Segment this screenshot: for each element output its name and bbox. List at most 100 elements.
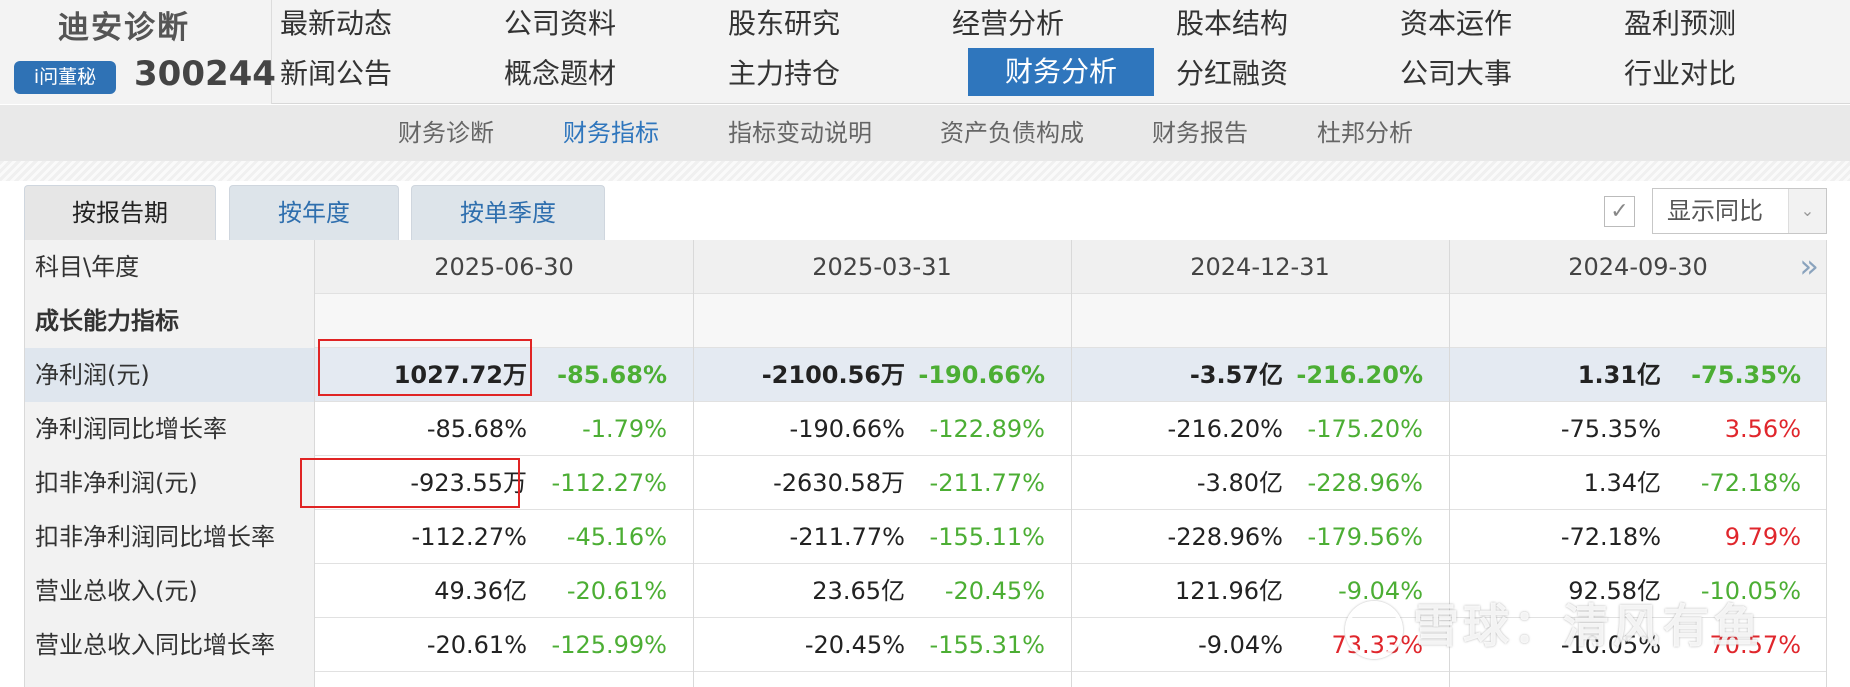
- top-header: 迪安诊断 i问董秘 300244 最新动态 公司资料 股东研究 经营分析 股本结…: [0, 0, 1850, 104]
- header-label: 科目\年度: [25, 240, 315, 294]
- header-date: 2025-06-30: [434, 253, 574, 281]
- header-date: 2024-12-31: [1190, 253, 1330, 281]
- tab-by-year[interactable]: 按年度: [229, 185, 399, 240]
- table-row: 扣非净利润(元) -923.55万 -112.27% -2630.58万 -21…: [25, 456, 1827, 510]
- yoy-cell: -125.99%: [551, 631, 667, 659]
- row-label: 净利润(元): [25, 348, 315, 402]
- show-yoy-checkbox[interactable]: ✓: [1604, 196, 1635, 227]
- row-label: 净利润同比增长率: [25, 402, 315, 456]
- row-label: 扣非净利润(元): [25, 456, 315, 510]
- value-cell: -3.57亿: [1189, 361, 1283, 389]
- subnav-item-change-notes[interactable]: 指标变动说明: [728, 105, 872, 161]
- watermark: 雪球：清风有鱼: [1345, 590, 1763, 659]
- value-cell: -9.04%: [1198, 631, 1283, 659]
- value-cell: -228.96%: [1167, 523, 1283, 551]
- nav-item-main-holdings[interactable]: 主力持仓: [691, 50, 877, 98]
- nav-item-company-info[interactable]: 公司资料: [467, 0, 653, 48]
- double-chevron-right-icon[interactable]: »: [1799, 240, 1819, 294]
- row-label-partial: [25, 672, 315, 687]
- value-cell: 49.36亿: [434, 577, 527, 605]
- yoy-cell: -45.16%: [566, 523, 667, 551]
- header-date: 2024-09-30: [1568, 253, 1708, 281]
- nav-item-earnings-forecast[interactable]: 盈利预测: [1587, 0, 1773, 48]
- nav-item-financial-analysis[interactable]: 财务分析: [968, 48, 1154, 96]
- yoy-cell: -1.79%: [582, 415, 667, 443]
- nav-item-operations[interactable]: 经营分析: [915, 0, 1101, 48]
- column-divider: [1826, 240, 1827, 687]
- header-date: 2025-03-31: [812, 253, 952, 281]
- main-nav: 最新动态 公司资料 股东研究 经营分析 股本结构 资本运作 盈利预测 新闻公告 …: [272, 0, 1850, 104]
- nav-item-news[interactable]: 新闻公告: [243, 50, 429, 98]
- ask-secretary-button[interactable]: i问董秘: [14, 61, 116, 94]
- yoy-cell: -155.31%: [929, 631, 1045, 659]
- chevron-down-icon: ⌄: [1788, 189, 1826, 233]
- value-cell: -20.61%: [426, 631, 527, 659]
- yoy-cell: -228.96%: [1307, 469, 1423, 497]
- value-cell: -3.80亿: [1196, 469, 1283, 497]
- divider-stripe: [0, 161, 1850, 181]
- table-row: 净利润(元) 1027.72万 -85.68% -2100.56万 -190.6…: [25, 348, 1827, 402]
- yoy-cell: -122.89%: [929, 415, 1045, 443]
- section-title: 成长能力指标: [25, 294, 315, 348]
- row-label: 营业总收入(元): [25, 564, 315, 618]
- value-cell: -72.18%: [1560, 523, 1661, 551]
- nav-item-industry-compare[interactable]: 行业对比: [1587, 50, 1773, 98]
- yoy-cell: -216.20%: [1296, 361, 1423, 389]
- value-cell: -2630.58万: [773, 469, 905, 497]
- nav-item-capital-ops[interactable]: 资本运作: [1363, 0, 1549, 48]
- yoy-cell: -112.27%: [551, 469, 667, 497]
- yoy-cell: 9.79%: [1724, 523, 1801, 551]
- show-yoy-select[interactable]: 显示同比 ⌄: [1652, 188, 1827, 234]
- nav-item-share-structure[interactable]: 股本结构: [1139, 0, 1325, 48]
- value-cell: -85.68%: [426, 415, 527, 443]
- value-cell: -20.45%: [804, 631, 905, 659]
- highlight-box-net-profit: [318, 339, 532, 396]
- yoy-cell: -211.77%: [929, 469, 1045, 497]
- value-cell: -112.27%: [411, 523, 527, 551]
- column-divider: [1071, 240, 1072, 687]
- subnav-item-reports[interactable]: 财务报告: [1152, 105, 1248, 161]
- value-cell: -75.35%: [1560, 415, 1661, 443]
- yoy-cell: -190.66%: [918, 361, 1045, 389]
- yoy-cell: -20.45%: [944, 577, 1045, 605]
- value-cell: 1.31亿: [1577, 361, 1661, 389]
- value-cell: -216.20%: [1167, 415, 1283, 443]
- highlight-box-deducted-profit: [300, 458, 520, 508]
- yoy-cell: -175.20%: [1307, 415, 1423, 443]
- table-row: 净利润同比增长率 -85.68% -1.79% -190.66% -122.89…: [25, 402, 1827, 456]
- company-name: 迪安诊断: [58, 10, 190, 46]
- section-row: 成长能力指标: [25, 294, 1827, 348]
- company-panel: 迪安诊断 i问董秘 300244: [0, 0, 276, 104]
- table-row-partial: [25, 672, 1827, 687]
- yoy-cell: 3.56%: [1724, 415, 1801, 443]
- subnav-item-balance-structure[interactable]: 资产负债构成: [940, 105, 1084, 161]
- yoy-cell: -72.18%: [1700, 469, 1801, 497]
- yoy-cell: -155.11%: [929, 523, 1045, 551]
- yoy-cell: -20.61%: [566, 577, 667, 605]
- yoy-cell: -179.56%: [1307, 523, 1423, 551]
- nav-item-dividends[interactable]: 分红融资: [1139, 50, 1325, 98]
- nav-item-latest[interactable]: 最新动态: [243, 0, 429, 48]
- nav-item-concepts[interactable]: 概念题材: [467, 50, 653, 98]
- row-label: 营业总收入同比增长率: [25, 618, 315, 672]
- subnav-item-diagnosis[interactable]: 财务诊断: [398, 105, 494, 161]
- row-label: 扣非净利润同比增长率: [25, 510, 315, 564]
- value-cell: 1.34亿: [1583, 469, 1661, 497]
- table-header-row: 科目\年度 2025-06-30 2025-03-31 2024-12-31 2…: [25, 240, 1827, 294]
- yoy-cell: -75.35%: [1691, 361, 1801, 389]
- nav-item-events[interactable]: 公司大事: [1363, 50, 1549, 98]
- tab-by-quarter[interactable]: 按单季度: [411, 185, 605, 240]
- value-cell: -211.77%: [789, 523, 905, 551]
- watermark-text: 雪球：清风有鱼: [1413, 599, 1763, 653]
- xueqiu-logo-icon: [1345, 600, 1403, 659]
- value-cell: 23.65亿: [812, 577, 905, 605]
- value-cell: -2100.56万: [761, 361, 905, 389]
- tab-by-report-period[interactable]: 按报告期: [24, 185, 216, 240]
- show-yoy-label: 显示同比: [1667, 197, 1763, 225]
- value-cell: -190.66%: [789, 415, 905, 443]
- nav-item-shareholder-research[interactable]: 股东研究: [691, 0, 877, 48]
- subnav-item-dupont[interactable]: 杜邦分析: [1317, 105, 1413, 161]
- value-cell: 121.96亿: [1175, 577, 1283, 605]
- subnav-item-indicators[interactable]: 财务指标: [563, 105, 659, 161]
- yoy-cell: -85.68%: [557, 361, 667, 389]
